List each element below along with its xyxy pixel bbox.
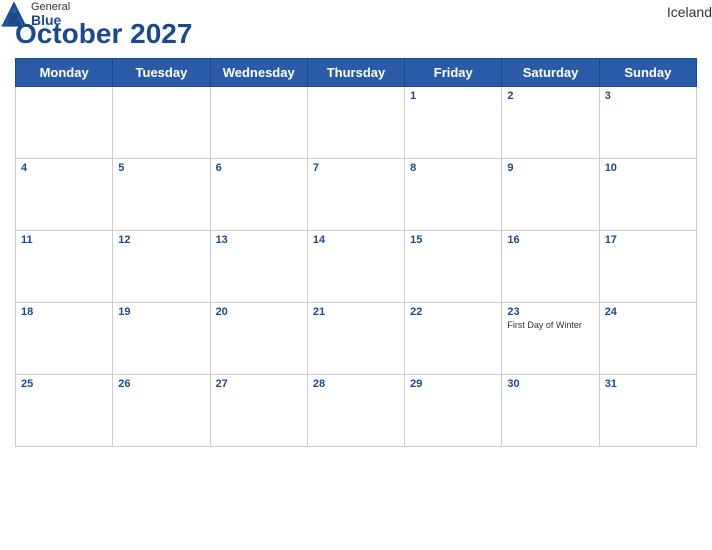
calendar-cell: 27 — [210, 375, 307, 447]
calendar-cell: 21 — [307, 303, 404, 375]
calendar-cell: 25 — [16, 375, 113, 447]
calendar-cell: 2 — [502, 87, 599, 159]
calendar-cell: 3 — [599, 87, 696, 159]
day-number: 16 — [507, 234, 593, 246]
day-number: 6 — [216, 162, 302, 174]
calendar-week-4: 18 19 20 21 22 23 First Day of Winter 24 — [16, 303, 697, 375]
calendar-cell: 4 — [16, 159, 113, 231]
event-text: First Day of Winter — [507, 320, 593, 330]
logo-text: General Blue — [31, 2, 70, 27]
day-number: 21 — [313, 306, 399, 318]
day-number: 22 — [410, 306, 496, 318]
calendar-cell: 16 — [502, 231, 599, 303]
calendar-cell: 12 — [113, 231, 210, 303]
calendar-cell: 30 — [502, 375, 599, 447]
calendar-cell: 14 — [307, 231, 404, 303]
calendar-cell: 15 — [405, 231, 502, 303]
calendar-container: General Blue October 2027 Iceland Monday… — [0, 0, 712, 462]
calendar-week-5: 25 26 27 28 29 30 31 — [16, 375, 697, 447]
calendar-cell: 6 — [210, 159, 307, 231]
day-number: 25 — [21, 378, 107, 390]
day-number: 11 — [21, 234, 107, 246]
logo-icon — [0, 0, 28, 28]
calendar-cell: 22 — [405, 303, 502, 375]
calendar-cell: 9 — [502, 159, 599, 231]
day-number: 8 — [410, 162, 496, 174]
country-label: Iceland — [667, 4, 712, 20]
day-number: 23 — [507, 306, 593, 318]
weekday-header-monday: Monday — [16, 59, 113, 87]
weekday-header-sunday: Sunday — [599, 59, 696, 87]
calendar-cell: 20 — [210, 303, 307, 375]
calendar-cell: 24 — [599, 303, 696, 375]
weekday-header-thursday: Thursday — [307, 59, 404, 87]
calendar-cell — [210, 87, 307, 159]
day-number: 17 — [605, 234, 691, 246]
day-number: 24 — [605, 306, 691, 318]
calendar-cell: 19 — [113, 303, 210, 375]
day-number: 15 — [410, 234, 496, 246]
weekday-header-friday: Friday — [405, 59, 502, 87]
day-number: 4 — [21, 162, 107, 174]
day-number: 14 — [313, 234, 399, 246]
calendar-week-3: 11 12 13 14 15 16 17 — [16, 231, 697, 303]
weekday-header-row: MondayTuesdayWednesdayThursdayFridaySatu… — [16, 59, 697, 87]
calendar-cell: 11 — [16, 231, 113, 303]
calendar-cell — [113, 87, 210, 159]
day-number: 19 — [118, 306, 204, 318]
day-number: 10 — [605, 162, 691, 174]
calendar-cell — [16, 87, 113, 159]
calendar-cell: 13 — [210, 231, 307, 303]
weekday-header-wednesday: Wednesday — [210, 59, 307, 87]
calendar-cell: 23 First Day of Winter — [502, 303, 599, 375]
calendar-table: MondayTuesdayWednesdayThursdayFridaySatu… — [15, 58, 697, 447]
day-number: 7 — [313, 162, 399, 174]
day-number: 31 — [605, 378, 691, 390]
calendar-cell: 7 — [307, 159, 404, 231]
calendar-cell: 29 — [405, 375, 502, 447]
weekday-header-tuesday: Tuesday — [113, 59, 210, 87]
day-number: 3 — [605, 90, 691, 102]
calendar-cell: 10 — [599, 159, 696, 231]
calendar-week-2: 456789 10 — [16, 159, 697, 231]
day-number: 27 — [216, 378, 302, 390]
logo-blue-text: Blue — [31, 13, 70, 27]
day-number: 13 — [216, 234, 302, 246]
day-number: 29 — [410, 378, 496, 390]
day-number: 2 — [507, 90, 593, 102]
calendar-cell: 17 — [599, 231, 696, 303]
calendar-cell: 28 — [307, 375, 404, 447]
calendar-cell: 8 — [405, 159, 502, 231]
calendar-cell: 5 — [113, 159, 210, 231]
logo-general-text: General — [31, 2, 70, 13]
day-number: 26 — [118, 378, 204, 390]
logo-area: General Blue — [0, 0, 70, 28]
day-number: 5 — [118, 162, 204, 174]
calendar-cell: 31 — [599, 375, 696, 447]
calendar-cell — [307, 87, 404, 159]
day-number: 20 — [216, 306, 302, 318]
weekday-header-saturday: Saturday — [502, 59, 599, 87]
calendar-week-1: 123 — [16, 87, 697, 159]
day-number: 1 — [410, 90, 496, 102]
day-number: 9 — [507, 162, 593, 174]
calendar-cell: 26 — [113, 375, 210, 447]
day-number: 28 — [313, 378, 399, 390]
header-section: General Blue October 2027 Iceland — [15, 10, 697, 50]
day-number: 12 — [118, 234, 204, 246]
calendar-cell: 18 — [16, 303, 113, 375]
day-number: 18 — [21, 306, 107, 318]
calendar-cell: 1 — [405, 87, 502, 159]
day-number: 30 — [507, 378, 593, 390]
